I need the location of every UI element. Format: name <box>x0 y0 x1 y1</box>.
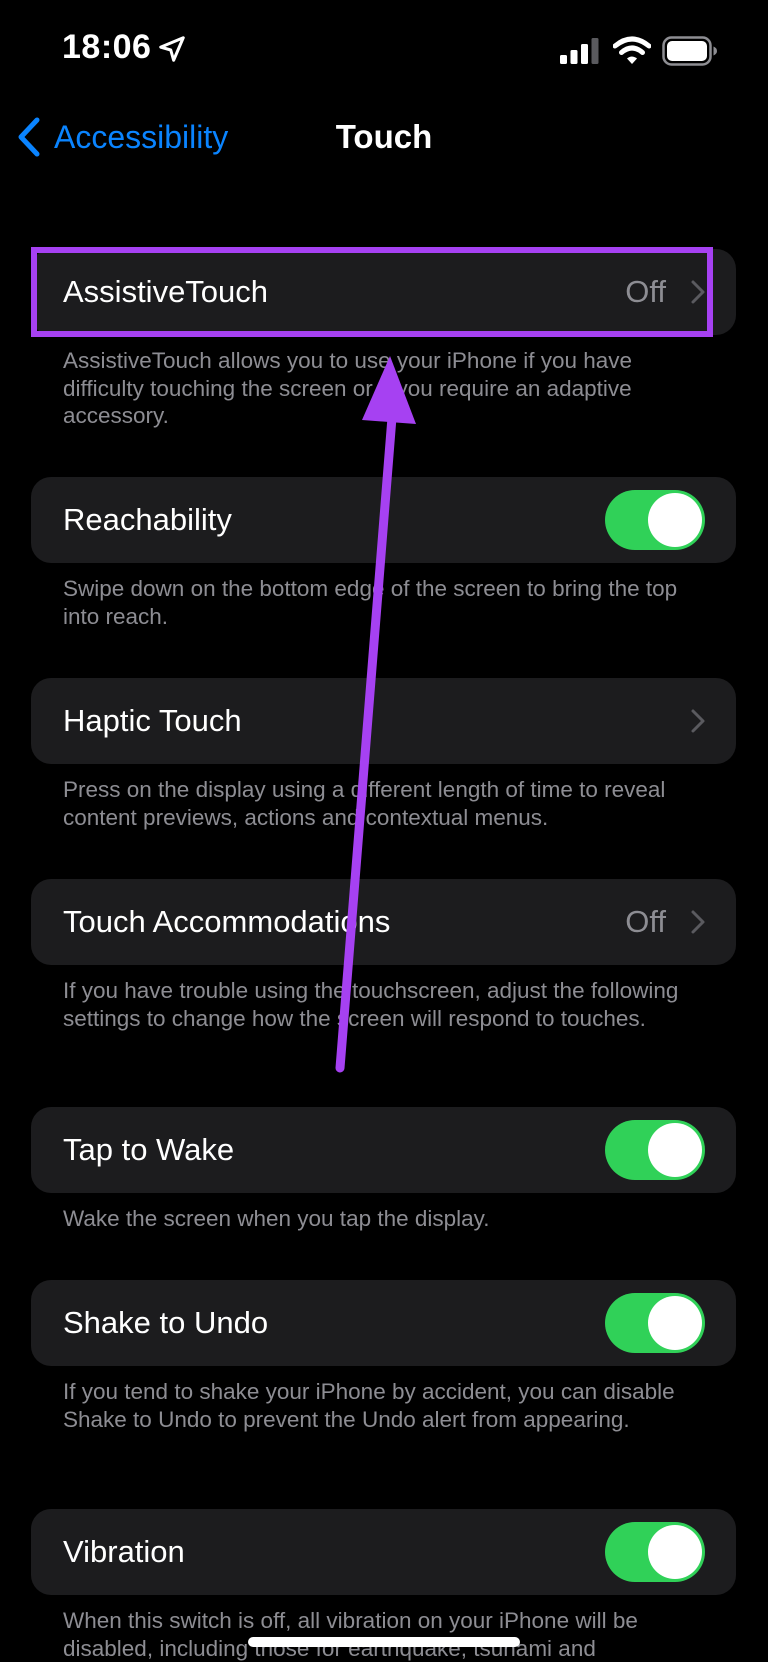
touch-accommodations-footer: If you have trouble using the touchscree… <box>63 978 679 1031</box>
vibration-toggle[interactable] <box>605 1522 705 1582</box>
home-indicator <box>248 1637 520 1647</box>
location-arrow-icon <box>159 36 185 62</box>
chevron-right-icon <box>691 280 705 304</box>
tap-to-wake-row: Tap to Wake <box>31 1107 736 1193</box>
settings-group-haptic-touch: Haptic Touch <box>31 678 736 764</box>
status-time: 18:06 <box>62 28 152 66</box>
vibration-footer: When this switch is off, all vibration o… <box>63 1608 638 1661</box>
row-value: Off <box>625 274 666 309</box>
navigation-bar: Accessibility Touch <box>0 100 768 174</box>
toggle-knob <box>648 1525 702 1579</box>
page-title: Touch <box>335 118 433 155</box>
assistivetouch-footer: AssistiveTouch allows you to use your iP… <box>63 348 633 428</box>
touch-accommodations-row[interactable]: Touch Accommodations Off <box>31 879 736 965</box>
shake-to-undo-row: Shake to Undo <box>31 1280 736 1366</box>
status-bar: 18:06 <box>0 0 768 100</box>
haptic-touch-footer: Press on the display using a different l… <box>63 777 666 830</box>
reachability-footer: Swipe down on the bottom edge of the scr… <box>63 576 678 629</box>
settings-group-reachability: Reachability <box>31 477 736 563</box>
assistivetouch-row[interactable]: AssistiveTouch Off <box>31 249 736 335</box>
cellular-signal-icon <box>560 38 599 64</box>
row-label: Vibration <box>63 1534 185 1569</box>
row-label: AssistiveTouch <box>63 274 269 309</box>
vibration-row: Vibration <box>31 1509 736 1595</box>
shake-to-undo-toggle[interactable] <box>605 1293 705 1353</box>
row-label: Tap to Wake <box>63 1132 235 1167</box>
row-label: Haptic Touch <box>63 703 242 738</box>
row-value: Off <box>625 904 666 939</box>
settings-group-vibration: Vibration <box>31 1509 736 1595</box>
row-label: Touch Accommodations <box>63 904 391 939</box>
battery-icon <box>662 36 717 66</box>
toggle-knob <box>648 493 702 547</box>
row-label: Reachability <box>63 502 232 537</box>
wifi-icon <box>613 36 651 64</box>
chevron-right-icon <box>691 910 705 934</box>
row-label: Shake to Undo <box>63 1305 269 1340</box>
chevron-right-icon <box>691 709 705 733</box>
toggle-knob <box>648 1123 702 1177</box>
toggle-knob <box>648 1296 702 1350</box>
tap-to-wake-footer: Wake the screen when you tap the display… <box>63 1206 490 1231</box>
tap-to-wake-toggle[interactable] <box>605 1120 705 1180</box>
settings-group-assistivetouch: AssistiveTouch Off <box>31 249 736 335</box>
haptic-touch-row[interactable]: Haptic Touch <box>31 678 736 764</box>
settings-group-shake-to-undo: Shake to Undo <box>31 1280 736 1366</box>
reachability-toggle[interactable] <box>605 490 705 550</box>
reachability-row: Reachability <box>31 477 736 563</box>
settings-group-touch-accommodations: Touch Accommodations Off <box>31 879 736 965</box>
settings-group-tap-to-wake: Tap to Wake <box>31 1107 736 1193</box>
shake-to-undo-footer: If you tend to shake your iPhone by acci… <box>63 1379 675 1432</box>
